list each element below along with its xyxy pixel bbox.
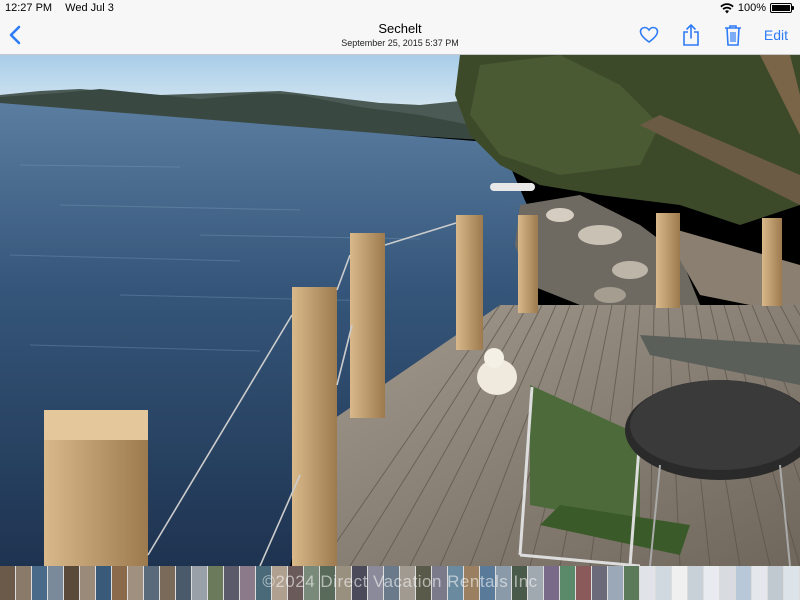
filmstrip-thumbnail[interactable]: [16, 566, 31, 600]
filmstrip-thumbnail[interactable]: [336, 566, 351, 600]
filmstrip-thumbnail[interactable]: [720, 566, 735, 600]
delete-button[interactable]: [722, 23, 744, 47]
filmstrip-thumbnail[interactable]: [656, 566, 671, 600]
status-date: Wed Jul 3: [65, 2, 114, 14]
filmstrip-thumbnail[interactable]: [192, 566, 207, 600]
filmstrip-thumbnail[interactable]: [592, 566, 607, 600]
filmstrip-thumbnail[interactable]: [272, 566, 287, 600]
filmstrip-thumbnail[interactable]: [96, 566, 111, 600]
filmstrip-thumbnail[interactable]: [256, 566, 271, 600]
edit-button[interactable]: Edit: [764, 27, 788, 43]
filmstrip-thumbnail[interactable]: [672, 566, 687, 600]
wifi-icon: [720, 2, 734, 13]
filmstrip-thumbnail[interactable]: [352, 566, 367, 600]
filmstrip-thumbnail[interactable]: [464, 566, 479, 600]
filmstrip-thumbnail[interactable]: [160, 566, 175, 600]
filmstrip-thumbnail[interactable]: [432, 566, 447, 600]
photo-image: [0, 55, 800, 566]
share-button[interactable]: [680, 23, 702, 47]
filmstrip-thumbnail[interactable]: [560, 566, 575, 600]
status-bar: 12:27 PM Wed Jul 3 100%: [0, 0, 800, 16]
filmstrip-thumbnail[interactable]: [496, 566, 511, 600]
filmstrip-thumbnail[interactable]: [176, 566, 191, 600]
filmstrip-thumbnail[interactable]: [240, 566, 255, 600]
filmstrip-thumbnail[interactable]: [32, 566, 47, 600]
filmstrip-thumbnail[interactable]: [784, 566, 799, 600]
filmstrip-thumbnail[interactable]: [112, 566, 127, 600]
heart-icon: [639, 26, 659, 43]
nav-bar: Sechelt September 25, 2015 5:37 PM Edit: [0, 16, 800, 55]
filmstrip-thumbnail[interactable]: [48, 566, 63, 600]
filmstrip-thumbnail[interactable]: [128, 566, 143, 600]
filmstrip-thumbnail[interactable]: [304, 566, 319, 600]
filmstrip-thumbnail[interactable]: [768, 566, 783, 600]
filmstrip-thumbnail[interactable]: [80, 566, 95, 600]
trash-icon: [724, 25, 741, 46]
filmstrip-thumbnail[interactable]: [448, 566, 463, 600]
share-icon: [683, 23, 699, 46]
photo-view[interactable]: [0, 55, 800, 566]
filmstrip-thumbnail[interactable]: [576, 566, 591, 600]
filmstrip[interactable]: [0, 566, 800, 600]
favorite-button[interactable]: [638, 23, 660, 47]
battery-icon: [770, 3, 794, 13]
filmstrip-thumbnail[interactable]: [480, 566, 495, 600]
filmstrip-thumbnail[interactable]: [0, 566, 15, 600]
filmstrip-thumbnail[interactable]: [544, 566, 559, 600]
filmstrip-thumbnail[interactable]: [320, 566, 335, 600]
filmstrip-thumbnail[interactable]: [608, 566, 623, 600]
battery-percent: 100%: [737, 2, 766, 14]
filmstrip-thumbnail[interactable]: [288, 566, 303, 600]
filmstrip-thumbnail[interactable]: [400, 566, 415, 600]
filmstrip-thumbnail[interactable]: [688, 566, 703, 600]
filmstrip-thumbnail[interactable]: [384, 566, 399, 600]
filmstrip-thumbnail[interactable]: [640, 566, 655, 600]
status-time: 12:27 PM: [5, 2, 53, 14]
filmstrip-thumbnail[interactable]: [528, 566, 543, 600]
filmstrip-thumbnail[interactable]: [512, 566, 527, 600]
filmstrip-thumbnail[interactable]: [624, 566, 639, 600]
filmstrip-thumbnail[interactable]: [416, 566, 431, 600]
filmstrip-thumbnail[interactable]: [64, 566, 79, 600]
filmstrip-thumbnail[interactable]: [704, 566, 719, 600]
filmstrip-thumbnail[interactable]: [208, 566, 223, 600]
filmstrip-thumbnail[interactable]: [736, 566, 751, 600]
filmstrip-thumbnail[interactable]: [368, 566, 383, 600]
filmstrip-thumbnail[interactable]: [752, 566, 767, 600]
filmstrip-thumbnail[interactable]: [144, 566, 159, 600]
filmstrip-thumbnail[interactable]: [224, 566, 239, 600]
